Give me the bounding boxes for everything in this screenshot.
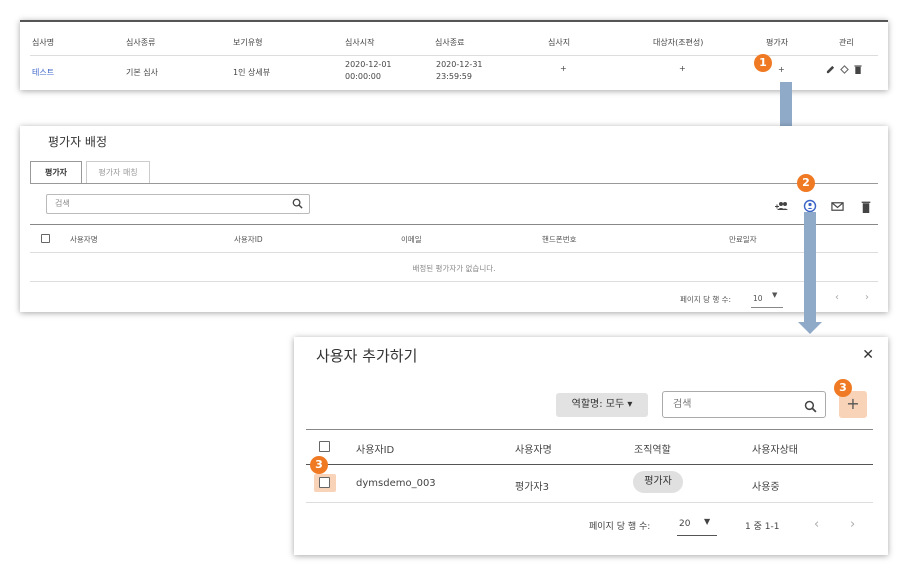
assign-dialog-title: 평가자 배정	[48, 135, 108, 149]
col-header-targets: 대상자(조편성)	[653, 38, 704, 47]
col-user-name: 사용자명	[515, 445, 552, 456]
row-divider	[306, 502, 873, 503]
step-1-badge: 1	[754, 54, 772, 72]
tab-divider	[30, 183, 878, 184]
add-user-dialog: 사용자 추가하기 ✕ 역할명: 모두 ▾ 검색 + 3 사용자ID 사용자명 조…	[294, 337, 888, 555]
view-type-cell: 1인 상세뷰	[233, 68, 271, 77]
edit-icon[interactable]	[826, 65, 835, 76]
search-icon	[804, 398, 817, 423]
next-page-icon[interactable]: ›	[865, 292, 869, 303]
start-cell: 2020-12-01 00:00:00	[345, 59, 392, 83]
col-phone: 핸드폰번호	[542, 235, 577, 244]
add-group-icon[interactable]	[775, 198, 789, 212]
evaluator-assign-panel: 평가자 배정 평가자 평가자 매칭 검색 2 사용자명 사용자ID 이메일 핸드…	[20, 126, 888, 312]
add-user-dialog-title: 사용자 추가하기	[316, 347, 418, 365]
copy-icon[interactable]	[840, 65, 849, 76]
mail-icon[interactable]	[831, 198, 845, 212]
col-header-review-name: 심사명	[32, 38, 55, 47]
end-cell: 2020-12-31 23:59:59	[436, 59, 483, 83]
col-header-start: 심사시작	[345, 38, 375, 47]
row-user-status: 사용중	[752, 482, 780, 493]
col-user-id: 사용자ID	[356, 445, 395, 456]
col-header-manage: 관리	[839, 38, 854, 47]
add-user-icon[interactable]	[803, 198, 817, 213]
chevron-down-icon[interactable]: ▼	[772, 291, 777, 299]
select-all-checkbox[interactable]	[41, 234, 50, 243]
row-user-name: 평가자3	[515, 482, 549, 493]
col-header-sheet: 심사지	[548, 38, 571, 47]
add-target-button[interactable]: +	[679, 64, 686, 73]
review-name-link[interactable]: 테스트	[32, 67, 54, 78]
add-sheet-button[interactable]: +	[560, 64, 567, 73]
page-range: 1 중 1-1	[745, 522, 780, 532]
col-org-role: 조직역할	[634, 445, 671, 456]
start-date: 2020-12-01	[345, 60, 392, 69]
flow-arrow-2	[804, 212, 816, 322]
col-header-end: 심사종료	[435, 38, 465, 47]
grid-top-border	[30, 224, 878, 225]
col-header-view-type: 보기유형	[233, 38, 263, 47]
col-user-status: 사용자상태	[752, 445, 798, 456]
footer-divider	[30, 281, 878, 282]
user-search-input[interactable]: 검색	[662, 391, 826, 418]
flow-arrow-2-head	[798, 322, 822, 334]
end-time: 23:59:59	[436, 72, 472, 81]
add-evaluator-button[interactable]: +	[778, 65, 785, 74]
rows-select-underline	[751, 307, 783, 308]
role-filter-button[interactable]: 역할명: 모두 ▾	[556, 393, 648, 417]
search-icon	[292, 198, 303, 216]
step-3-badge-row: 3	[310, 456, 328, 474]
rows-select-underline	[677, 535, 717, 536]
assign-search-input[interactable]: 검색	[46, 194, 310, 214]
end-date: 2020-12-31	[436, 60, 483, 69]
next-page-icon[interactable]: ›	[850, 517, 855, 532]
grid-top-border	[306, 429, 873, 430]
start-time: 00:00:00	[345, 72, 381, 81]
header-divider	[30, 55, 878, 56]
review-type-cell: 기본 심사	[126, 68, 158, 77]
col-user-name: 사용자명	[70, 235, 98, 244]
review-list-panel: 심사명 심사종류 보기유형 심사시작 심사종료 심사지 대상자(조편성) 평가자…	[20, 20, 888, 90]
rows-per-page-select[interactable]: 20	[679, 519, 690, 529]
rows-per-page-select[interactable]: 10	[753, 294, 763, 303]
step-2-badge: 2	[797, 174, 815, 192]
empty-message: 배정된 평가자가 없습니다.	[412, 264, 496, 273]
header-divider	[306, 464, 873, 465]
col-header-review-type: 심사종류	[126, 38, 156, 47]
table-top-border	[20, 20, 888, 22]
col-header-evaluators: 평가자	[766, 38, 789, 47]
step-3-badge-add: 3	[834, 379, 852, 397]
rows-per-page-label: 페이지 당 행 수:	[589, 522, 651, 532]
col-user-id: 사용자ID	[234, 235, 263, 244]
header-divider-2	[30, 252, 878, 253]
row-user-id: dymsdemo_003	[356, 478, 436, 489]
trash-icon[interactable]	[860, 198, 874, 213]
user-search-placeholder: 검색	[673, 399, 692, 410]
role-chip: 평가자	[633, 471, 683, 493]
chevron-down-icon[interactable]: ▼	[704, 517, 710, 526]
close-icon[interactable]: ✕	[862, 347, 874, 363]
prev-page-icon[interactable]: ‹	[835, 292, 839, 303]
prev-page-icon[interactable]: ‹	[814, 517, 819, 532]
rows-per-page-label: 페이지 당 행 수:	[680, 295, 732, 304]
delete-icon[interactable]	[854, 65, 862, 76]
row-checkbox[interactable]	[319, 477, 330, 488]
col-expiry: 만료일자	[729, 235, 757, 244]
tab-evaluator-matching[interactable]: 평가자 매칭	[86, 161, 150, 183]
col-email: 이메일	[401, 235, 422, 244]
assign-search-placeholder: 검색	[55, 199, 70, 208]
select-all-checkbox[interactable]	[319, 441, 330, 452]
tab-evaluators[interactable]: 평가자	[30, 161, 82, 183]
